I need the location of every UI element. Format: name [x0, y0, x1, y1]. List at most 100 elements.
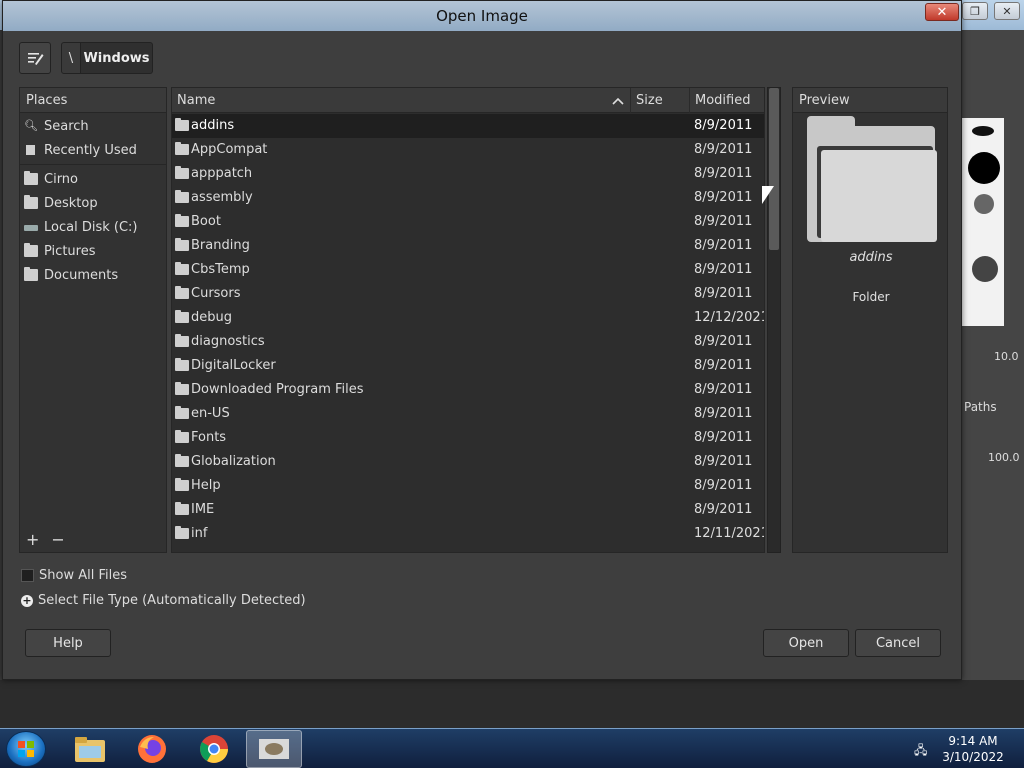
file-row[interactable]: Downloaded Program Files 8/9/2011	[172, 378, 764, 402]
background-canvas-strip	[0, 680, 1024, 728]
places-item-cirno[interactable]: Cirno	[20, 167, 166, 191]
open-button[interactable]: Open	[763, 629, 849, 657]
folder-icon	[175, 166, 189, 179]
places-item-desktop[interactable]: Desktop	[20, 191, 166, 215]
file-name: apppatch	[191, 166, 253, 181]
taskbar-chrome[interactable]	[186, 730, 242, 768]
file-row[interactable]: Globalization 8/9/2011	[172, 450, 764, 474]
file-row[interactable]: DigitalLocker 8/9/2011	[172, 354, 764, 378]
file-modified: 8/9/2011	[694, 142, 753, 157]
file-modified: 8/9/2011	[694, 406, 753, 421]
show-all-files-label: Show All Files	[39, 568, 127, 583]
folder-icon	[175, 454, 189, 467]
path-bar: \ Windows	[61, 42, 153, 74]
folder-icon	[24, 267, 38, 281]
folder-icon	[175, 358, 189, 371]
firefox-icon	[138, 735, 166, 763]
places-item-label: Recently Used	[44, 142, 137, 158]
mouse-cursor	[762, 186, 774, 204]
file-name: Help	[191, 478, 221, 493]
file-row[interactable]: CbsTemp 8/9/2011	[172, 258, 764, 282]
file-row[interactable]: Fonts 8/9/2011	[172, 426, 764, 450]
file-row[interactable]: Branding 8/9/2011	[172, 234, 764, 258]
places-item-pictures[interactable]: Pictures	[20, 239, 166, 263]
start-button[interactable]	[6, 731, 46, 767]
folder-icon	[175, 406, 189, 419]
column-modified-header[interactable]: Modified	[690, 88, 764, 113]
file-name: Branding	[191, 238, 250, 253]
dialog-close-button[interactable]: ✕	[925, 3, 959, 21]
sort-ascending-icon	[612, 97, 624, 105]
file-modified: 8/9/2011	[694, 286, 753, 301]
places-footer: + −	[20, 526, 166, 552]
select-file-type-label: Select File Type (Automatically Detected…	[38, 593, 306, 608]
path-windows-button[interactable]: Windows	[81, 42, 153, 74]
places-item-label: Desktop	[44, 195, 98, 211]
clock-date: 3/10/2022	[942, 750, 1004, 764]
places-item-label: Pictures	[44, 243, 96, 259]
brush-preview-grid[interactable]	[962, 118, 1004, 326]
file-name: Fonts	[191, 430, 227, 445]
dock-paths-tab[interactable]: Paths	[964, 400, 997, 414]
recent-icon	[24, 144, 38, 156]
gimp-icon	[259, 739, 289, 759]
dock-value1: 10.0	[994, 350, 1019, 363]
file-row[interactable]: diagnostics 8/9/2011	[172, 330, 764, 354]
file-row[interactable]: inf 12/11/2021	[172, 522, 764, 546]
file-name: diagnostics	[191, 334, 265, 349]
file-row[interactable]: assembly 8/9/2011	[172, 186, 764, 210]
show-all-files-checkbox[interactable]: Show All Files	[21, 568, 127, 583]
places-item-label: Cirno	[44, 171, 78, 187]
scrollbar-thumb[interactable]	[769, 88, 779, 250]
system-clock[interactable]: 9:14 AM 3/10/2022	[940, 733, 1006, 765]
file-name: addins	[191, 118, 235, 133]
column-size-header[interactable]: Size	[631, 88, 690, 113]
remove-bookmark-button[interactable]: −	[51, 530, 64, 549]
file-row[interactable]: addins 8/9/2011	[172, 114, 764, 138]
add-bookmark-button[interactable]: +	[26, 530, 39, 549]
close-icon: ✕	[936, 4, 948, 20]
file-row[interactable]: IME 8/9/2011	[172, 498, 764, 522]
type-location-button[interactable]	[19, 42, 51, 74]
places-item-documents[interactable]: Documents	[20, 263, 166, 287]
drive-icon	[24, 221, 38, 233]
file-row[interactable]: en-US 8/9/2011	[172, 402, 764, 426]
file-modified: 8/9/2011	[694, 238, 753, 253]
taskbar-firefox[interactable]	[124, 730, 180, 768]
file-row[interactable]: Boot 8/9/2011	[172, 210, 764, 234]
file-row[interactable]: Help 8/9/2011	[172, 474, 764, 498]
file-explorer-icon	[75, 737, 105, 762]
background-restore-button[interactable]: ❐	[962, 2, 988, 20]
file-modified: 8/9/2011	[694, 118, 753, 133]
file-row[interactable]: apppatch 8/9/2011	[172, 162, 764, 186]
folder-icon	[175, 214, 189, 227]
cancel-button[interactable]: Cancel	[855, 629, 941, 657]
file-list: Name Size Modified addins 8/9/2011 AppCom…	[171, 87, 765, 553]
file-row[interactable]: Cursors 8/9/2011	[172, 282, 764, 306]
select-file-type-expander[interactable]: + Select File Type (Automatically Detect…	[21, 593, 306, 608]
places-separator	[20, 164, 166, 165]
file-name: AppCompat	[191, 142, 268, 157]
file-list-scrollbar[interactable]	[767, 87, 781, 553]
checkbox-box	[21, 569, 34, 582]
folder-icon	[175, 142, 189, 155]
folder-icon	[175, 286, 189, 299]
help-button[interactable]: Help	[25, 629, 111, 657]
taskbar-gimp[interactable]	[246, 730, 302, 768]
places-item-local-disk[interactable]: Local Disk (C:)	[20, 215, 166, 239]
folder-icon	[175, 310, 189, 323]
file-modified: 8/9/2011	[694, 382, 753, 397]
taskbar-explorer[interactable]	[62, 730, 118, 768]
background-close2-button[interactable]: ✕	[994, 2, 1020, 20]
file-name: en-US	[191, 406, 230, 421]
file-row[interactable]: AppCompat 8/9/2011	[172, 138, 764, 162]
file-row[interactable]: debug 12/12/2021	[172, 306, 764, 330]
places-item-search[interactable]: 🔍︎ Search	[20, 114, 166, 138]
folder-icon	[24, 171, 38, 185]
folder-icon	[24, 195, 38, 209]
path-root-button[interactable]: \	[61, 42, 81, 74]
network-icon[interactable]: 🖧︎	[914, 741, 930, 757]
file-modified: 8/9/2011	[694, 334, 753, 349]
column-name-header[interactable]: Name	[172, 88, 631, 113]
places-item-recently-used[interactable]: Recently Used	[20, 138, 166, 162]
